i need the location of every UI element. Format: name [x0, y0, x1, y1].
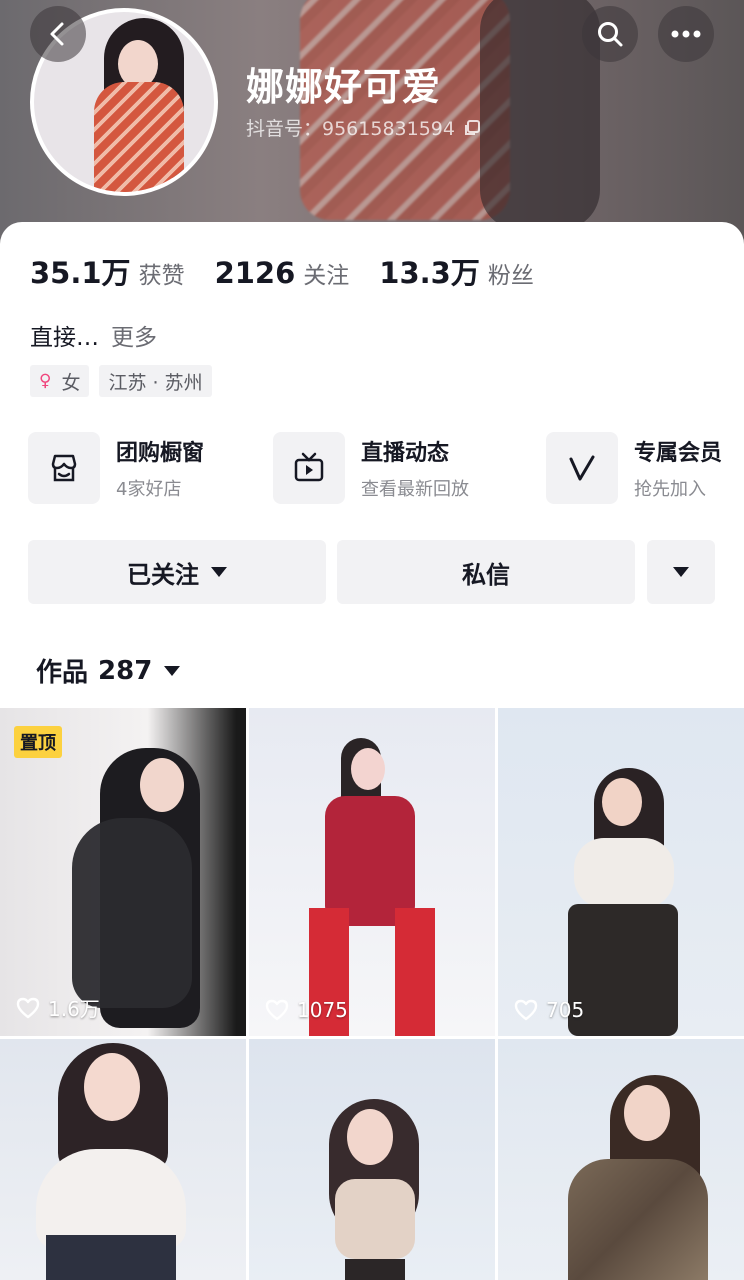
stat-followers-count: 13.3万 [379, 256, 480, 290]
feature-shop-title: 团购橱窗 [116, 441, 205, 466]
message-label: 私信 [462, 560, 510, 589]
bio: 直接… 更多 [30, 318, 157, 352]
heart-icon [514, 999, 538, 1021]
live-tv-icon [294, 452, 324, 482]
feature-shop-sub: 4家好店 [116, 479, 182, 500]
stat-likes[interactable]: 35.1万 获赞 [30, 250, 185, 292]
followed-label: 已关注 [127, 560, 199, 589]
back-button[interactable] [30, 6, 86, 62]
douyin-id[interactable]: 抖音号：95615831594 [246, 114, 481, 141]
feature-live[interactable]: 直播动态 查看最新回放 [273, 432, 469, 504]
more-dots-icon [671, 30, 701, 38]
feature-member-sub: 抢先加入 [634, 479, 706, 500]
profile-card: 35.1万 获赞 2126 关注 13.3万 粉丝 直接… 更多 ♀ 女 江苏 ·… [0, 222, 744, 708]
feature-shop-window[interactable]: 团购橱窗 4家好店 [28, 432, 204, 504]
feature-live-sub: 查看最新回放 [361, 479, 469, 500]
copy-icon[interactable] [463, 119, 481, 137]
heart-icon [265, 999, 289, 1021]
search-icon [598, 22, 623, 47]
works-tab[interactable]: 作品 287 [36, 652, 181, 689]
stat-following[interactable]: 2126 关注 [215, 256, 350, 290]
stat-following-count: 2126 [214, 256, 296, 290]
profile-stats: 35.1万 获赞 2126 关注 13.3万 粉丝 [30, 250, 564, 292]
profile-name: 娜娜好可爱 [246, 65, 442, 109]
gender-tag: ♀ 女 [30, 365, 90, 397]
v-member-icon [569, 455, 595, 481]
feature-member-title: 专属会员 [634, 441, 723, 466]
gender-label: 女 [61, 371, 81, 394]
video-thumbnail[interactable] [498, 1039, 744, 1280]
more-dropdown-button[interactable] [647, 540, 715, 604]
location-label: 江苏 · 苏州 [108, 371, 203, 394]
stat-followers[interactable]: 13.3万 粉丝 [379, 250, 534, 292]
video-grid: 置顶 1.6万 1075 705 [0, 708, 744, 1280]
video-likes: 1075 [265, 998, 348, 1022]
caret-down-icon [673, 567, 689, 577]
stat-likes-count: 35.1万 [30, 256, 131, 290]
bio-text: 直接… [30, 325, 99, 351]
video-likes: 705 [514, 998, 584, 1022]
back-arrow-icon [50, 22, 64, 46]
location-tag: 江苏 · 苏州 [99, 365, 212, 397]
video-thumbnail[interactable]: 705 [498, 708, 744, 1036]
message-button[interactable]: 私信 [337, 540, 635, 604]
works-label: 作品 [36, 658, 89, 688]
douyin-id-text: 抖音号：95615831594 [246, 118, 455, 140]
stat-likes-label: 获赞 [138, 263, 185, 289]
stat-followers-label: 粉丝 [487, 263, 534, 289]
works-count: 287 [98, 655, 153, 686]
female-icon: ♀ [39, 371, 52, 391]
video-thumbnail[interactable]: 1075 [249, 708, 495, 1036]
feature-live-title: 直播动态 [361, 441, 450, 466]
feature-entries: 团购橱窗 4家好店 直播动态 查看最新回放 专属会员 抢先加入 [28, 432, 744, 506]
video-thumbnail[interactable] [249, 1039, 495, 1280]
video-likes-count: 1075 [297, 998, 348, 1022]
caret-down-icon [211, 567, 227, 577]
heart-icon [16, 997, 40, 1018]
caret-down-icon [164, 665, 181, 676]
video-thumbnail[interactable]: 置顶 1.6万 [0, 708, 246, 1036]
video-likes-count: 705 [546, 998, 585, 1022]
video-likes: 1.6万 [16, 993, 100, 1022]
bio-more-link[interactable]: 更多 [111, 325, 157, 351]
feature-membership[interactable]: 专属会员 抢先加入 [546, 432, 722, 504]
shop-icon [51, 454, 77, 482]
search-button[interactable] [582, 6, 638, 62]
video-thumbnail[interactable] [0, 1039, 246, 1280]
profile-tags: ♀ 女 江苏 · 苏州 [30, 365, 212, 397]
stat-following-label: 关注 [303, 263, 350, 289]
followed-button[interactable]: 已关注 [28, 540, 326, 604]
more-options-button[interactable] [658, 6, 714, 62]
video-likes-count: 1.6万 [48, 997, 100, 1021]
pinned-badge: 置顶 [14, 726, 62, 758]
